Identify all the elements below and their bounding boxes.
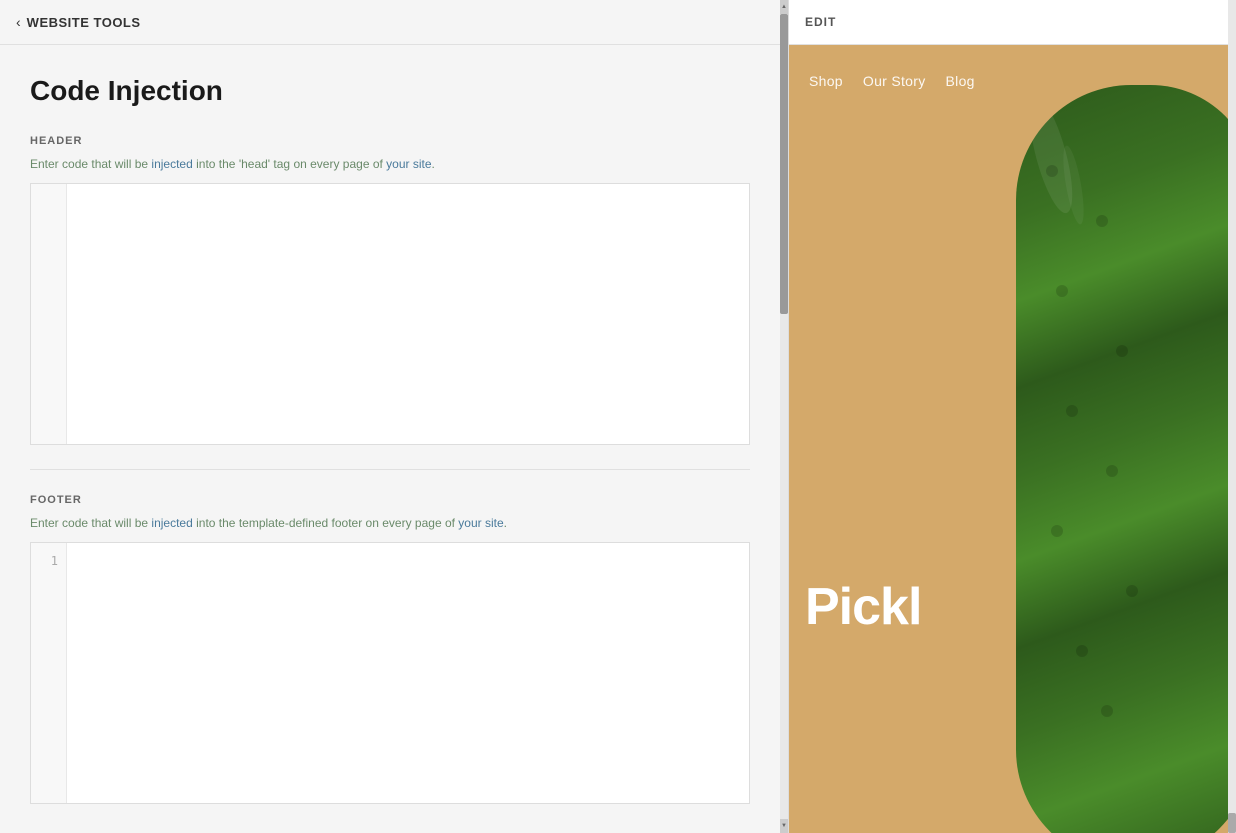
footer-section-description: Enter code that will be injected into th… [30,514,750,532]
header-textarea[interactable] [67,184,749,444]
page-title: Code Injection [30,75,750,107]
footer-desc-yoursite: your site [458,516,503,530]
back-arrow-icon[interactable]: ‹ [16,14,21,30]
line-number-1: 1 [51,551,58,571]
nav-item-shop[interactable]: Shop [809,73,843,89]
left-panel: ‹ WEBSITE TOOLS Code Injection HEADER En… [0,0,780,833]
bump-7 [1051,525,1063,537]
header-section-label: HEADER [30,135,750,147]
pickle-bumps [1016,85,1236,833]
preview-scrollbar[interactable] [1228,0,1236,833]
bump-6 [1106,465,1118,477]
main-scrollbar[interactable]: ▲ ▼ [780,0,788,833]
bump-9 [1076,645,1088,657]
pickle-image [1016,85,1236,833]
hero-text: Pickl [805,581,921,633]
bump-10 [1101,705,1113,717]
left-content: Code Injection HEADER Enter code that wi… [0,45,780,833]
footer-desc-injected: injected [151,516,192,530]
footer-textarea[interactable] [67,543,749,803]
edit-label: EDIT [805,15,836,29]
footer-section: FOOTER Enter code that will be injected … [30,494,750,804]
header-section: HEADER Enter code that will be injected … [30,135,750,445]
bump-3 [1056,285,1068,297]
bump-4 [1116,345,1128,357]
website-tools-label[interactable]: WEBSITE TOOLS [27,15,141,30]
footer-line-numbers: 1 [31,543,67,803]
bump-5 [1066,405,1078,417]
section-divider [30,469,750,470]
footer-section-label: FOOTER [30,494,750,506]
bump-8 [1126,585,1138,597]
scrollbar-arrow-down[interactable]: ▼ [780,819,788,833]
edit-bar: EDIT [789,0,1236,45]
preview-area: Shop Our Story Blog Pickl [789,45,1236,833]
nav-item-blog[interactable]: Blog [946,73,975,89]
header-desc-injected: injected [151,157,192,171]
scrollbar-arrow-up[interactable]: ▲ [780,0,788,14]
right-panel: EDIT Shop Our Story Blog Pickl [788,0,1236,833]
footer-code-editor: 1 [30,542,750,804]
bump-2 [1096,215,1108,227]
header-code-editor [30,183,750,445]
preview-scrollbar-thumb[interactable] [1228,813,1236,833]
header-line-numbers [31,184,67,444]
bump-1 [1046,165,1058,177]
header-section-description: Enter code that will be injected into th… [30,155,750,173]
header-desc-yoursite: your site [386,157,431,171]
top-bar: ‹ WEBSITE TOOLS [0,0,780,45]
nav-item-our-story[interactable]: Our Story [863,73,926,89]
scrollbar-thumb[interactable] [780,14,788,314]
